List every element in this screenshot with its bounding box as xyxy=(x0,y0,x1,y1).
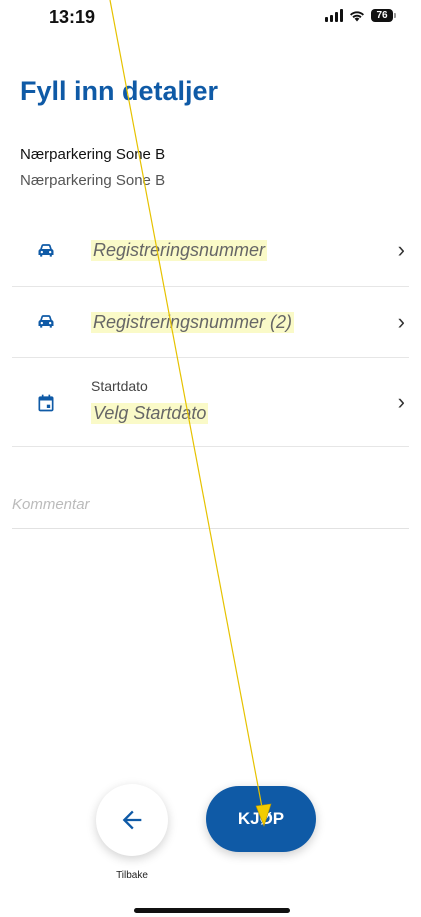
zone-subtitle: Nærparkering Sone B xyxy=(20,172,166,189)
page-title: Fyll inn detaljer xyxy=(20,76,219,106)
status-time: 13:19 xyxy=(49,7,96,27)
wifi-icon xyxy=(350,10,364,21)
car-icon xyxy=(38,244,54,257)
status-icons: 76 xyxy=(325,9,396,22)
car-icon xyxy=(38,315,54,328)
registration-number-2-row[interactable]: Registreringsnummer (2) › xyxy=(12,287,409,358)
registration-number-value: Registreringsnummer xyxy=(91,240,268,261)
registration-number-row[interactable]: Registreringsnummer › xyxy=(12,216,409,287)
home-indicator xyxy=(134,908,290,913)
chevron-right-icon: › xyxy=(397,309,405,334)
screen: 13:19 76 Fyll inn detaljer Nærparkering … xyxy=(0,0,421,917)
zone-name: Nærparkering Sone B xyxy=(20,146,166,163)
back-label: Tilbake xyxy=(116,870,148,881)
start-date-label: Startdato xyxy=(91,378,148,394)
buy-button[interactable]: KJØP xyxy=(206,786,316,852)
comment-field xyxy=(12,496,409,529)
status-bar: 13:19 76 xyxy=(0,0,421,40)
arrow-left-icon xyxy=(122,810,142,830)
start-date-row[interactable]: Startdato Velg Startdato › xyxy=(12,358,409,447)
signal-icon xyxy=(325,9,343,22)
registration-number-2-value: Registreringsnummer (2) xyxy=(91,312,295,333)
annotation-arrow xyxy=(109,0,272,827)
back-button[interactable] xyxy=(96,784,168,856)
comment-input[interactable] xyxy=(12,496,409,513)
start-date-value: Velg Startdato xyxy=(91,403,209,424)
battery-icon: 76 xyxy=(371,9,396,22)
chevron-right-icon: › xyxy=(397,237,405,262)
chevron-right-icon: › xyxy=(397,389,405,414)
calendar-icon xyxy=(38,394,54,412)
